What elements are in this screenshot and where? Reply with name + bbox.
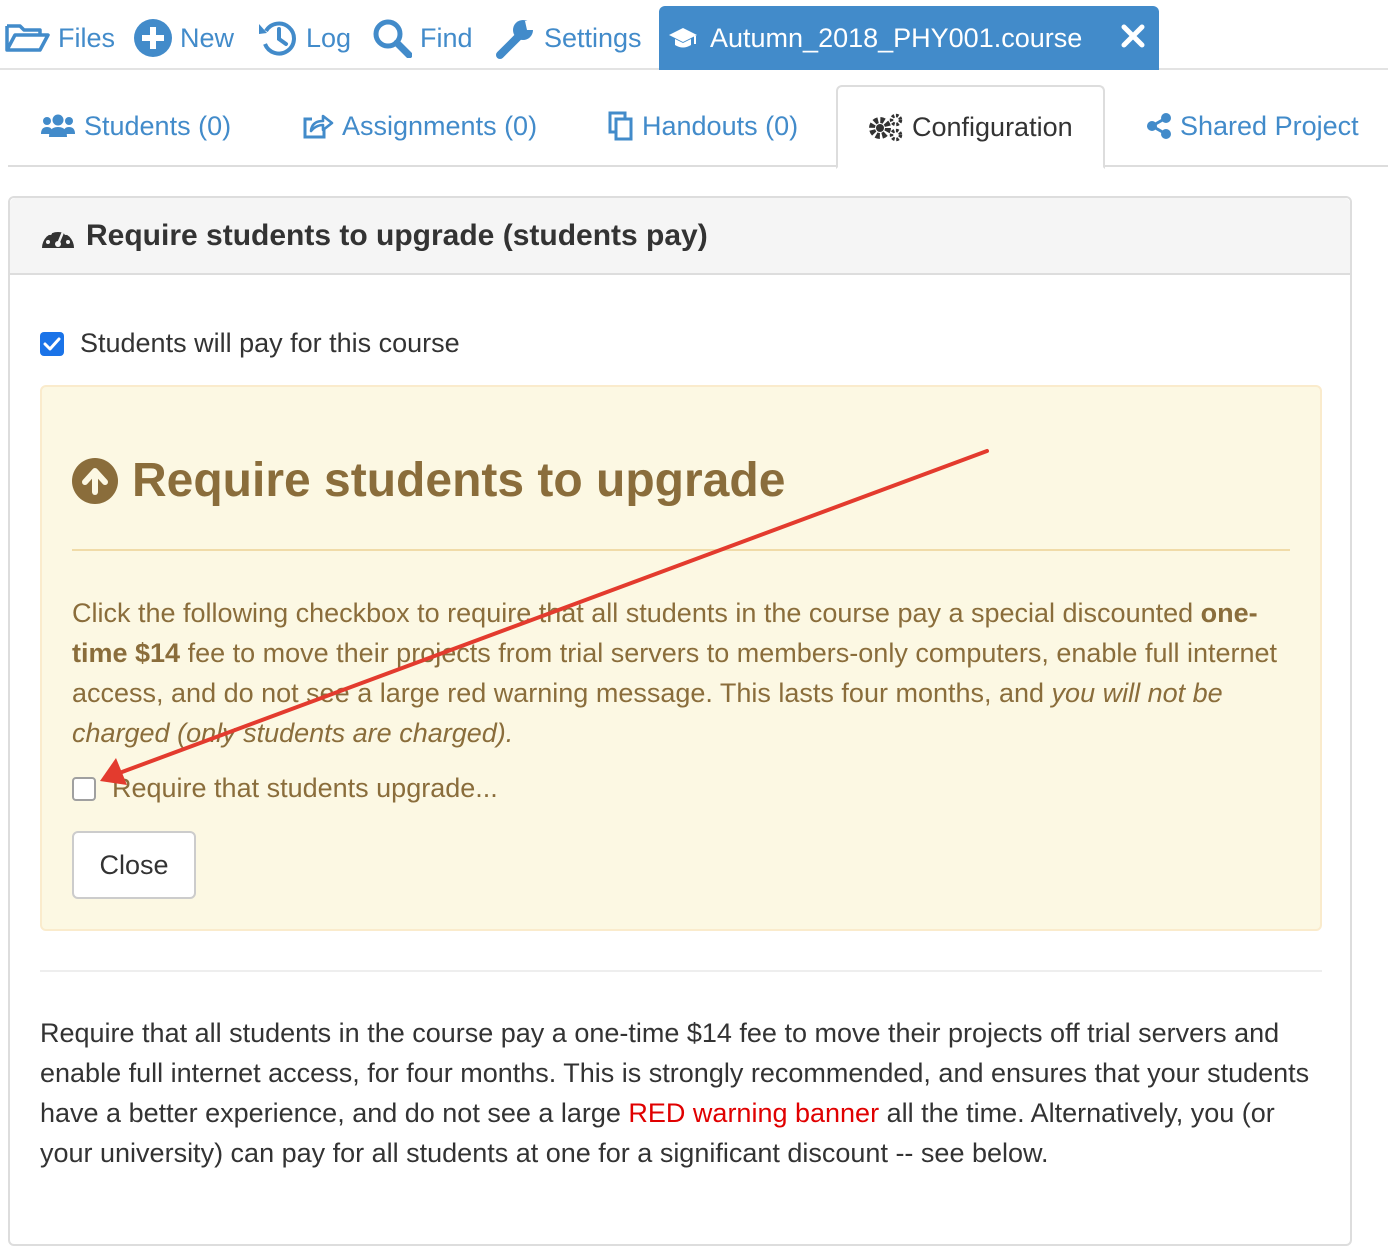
find-label: Find [420, 22, 473, 53]
well-instructions: Click the following checkbox to require … [72, 593, 1302, 753]
close-icon[interactable] [1119, 22, 1147, 50]
graduation-cap-icon [668, 25, 698, 51]
top-navigation: Files New Log Find Settings Autumn_2018_… [0, 0, 1388, 70]
panel-title: Require students to upgrade (students pa… [86, 218, 708, 252]
tab-assignments[interactable]: Assignments (0) [302, 85, 537, 167]
well-title-text: Require students to upgrade [132, 454, 786, 507]
close-button[interactable]: Close [72, 831, 196, 899]
course-tabs: Students (0) Assignments (0) Handouts (0… [8, 85, 1388, 169]
new-label: New [180, 22, 235, 53]
users-icon [40, 114, 76, 138]
students-pay-checkbox[interactable] [40, 331, 64, 356]
tab-shared-project[interactable]: Shared Project [1146, 85, 1359, 167]
files-button[interactable]: Files [4, 18, 115, 58]
red-warning-text: RED warning banner [628, 1098, 880, 1128]
require-upgrade-checkbox-row[interactable]: Require that students upgrade... [72, 773, 498, 804]
require-upgrade-label: Require that students upgrade... [112, 773, 498, 803]
new-button[interactable]: New [134, 18, 234, 58]
log-label: Log [306, 22, 352, 53]
well-text-part-1: Click the following checkbox to require … [72, 598, 1201, 628]
plus-circle-icon [134, 19, 172, 57]
wrench-icon [494, 17, 536, 59]
panel-heading: Require students to upgrade (students pa… [10, 198, 1350, 275]
tab-shared-project-label: Shared Project [1180, 110, 1359, 141]
students-pay-checkbox-row[interactable]: Students will pay for this course [40, 328, 460, 359]
divider [72, 549, 1290, 551]
share-alt-icon [1146, 112, 1172, 140]
upgrade-description: Require that all students in the course … [40, 1013, 1330, 1173]
course-file-tab[interactable]: Autumn_2018_PHY001.course [659, 6, 1159, 70]
files-label: Files [58, 22, 116, 53]
search-icon [372, 18, 412, 58]
copy-icon [608, 111, 634, 141]
tab-students-label: Students (0) [84, 110, 232, 141]
share-square-icon [302, 112, 334, 140]
upgrade-panel: Require students to upgrade (students pa… [8, 196, 1352, 1246]
course-file-name: Autumn_2018_PHY001.course [710, 22, 1083, 53]
tab-handouts-label: Handouts (0) [642, 110, 799, 141]
history-icon [258, 19, 298, 57]
dashboard-icon [40, 222, 76, 250]
gears-icon [868, 112, 904, 142]
well-title: Require students to upgrade [72, 453, 785, 508]
require-upgrade-well: Require students to upgrade Click the fo… [40, 385, 1322, 931]
tab-configuration[interactable]: Configuration [836, 85, 1105, 169]
students-pay-label: Students will pay for this course [80, 328, 460, 358]
arrow-circle-up-icon [72, 457, 118, 504]
folder-open-icon [4, 22, 50, 54]
log-button[interactable]: Log [258, 18, 351, 58]
divider [40, 970, 1322, 972]
tab-configuration-label: Configuration [912, 111, 1073, 142]
settings-button[interactable]: Settings [494, 17, 642, 59]
tab-handouts[interactable]: Handouts (0) [608, 85, 798, 167]
find-button[interactable]: Find [372, 18, 473, 58]
settings-label: Settings [544, 22, 642, 53]
tab-students[interactable]: Students (0) [40, 85, 231, 167]
require-upgrade-checkbox[interactable] [72, 776, 96, 801]
tab-assignments-label: Assignments (0) [342, 110, 538, 141]
